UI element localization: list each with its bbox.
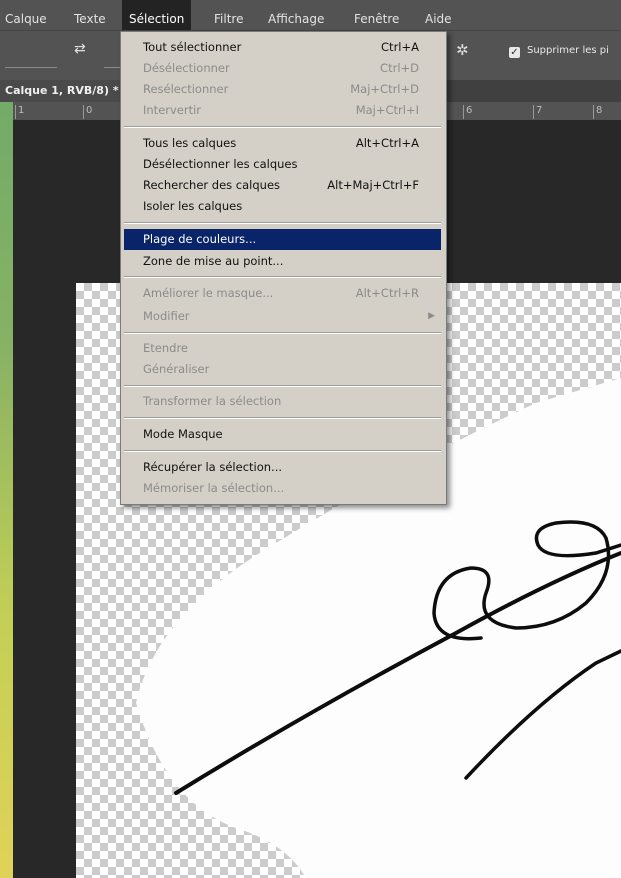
document-tab[interactable]: Calque 1, RVB/8) *: [0, 80, 125, 102]
gear-icon[interactable]: ✲: [456, 41, 469, 59]
swap-arrows-icon[interactable]: ⇄: [74, 41, 86, 57]
menu-calque[interactable]: Calque: [0, 0, 54, 30]
menu-item-generaliser[interactable]: Généraliser: [124, 359, 441, 380]
desktop-background-strip: [0, 0, 13, 878]
checkbox-checked-icon[interactable]: ✓: [509, 47, 520, 58]
menu-item-deselectionner-calques[interactable]: Désélectionner les calques: [124, 154, 441, 175]
menu-separator: [124, 385, 441, 387]
menu-item-rechercher-calques[interactable]: Rechercher des calques Alt+Maj+Ctrl+F: [124, 175, 441, 196]
menu-item-transformer-selection[interactable]: Transformer la sélection: [124, 391, 441, 412]
menu-item-plage-de-couleurs[interactable]: Plage de couleurs...: [124, 229, 441, 250]
menu-aide[interactable]: Aide: [418, 0, 459, 30]
option-field-2[interactable]: [104, 67, 120, 68]
ruler-tick-label: 7: [533, 105, 542, 119]
menu-separator: [124, 126, 441, 128]
menu-item-reselectionner[interactable]: Resélectionner Maj+Ctrl+D: [124, 79, 441, 100]
option-field[interactable]: [5, 67, 57, 68]
menu-item-modifier[interactable]: Modifier ▶: [124, 306, 441, 327]
menu-item-recuperer-selection[interactable]: Récupérer la sélection...: [124, 457, 441, 478]
ruler-tick-label: 0: [83, 105, 92, 119]
menu-item-ameliorer-masque[interactable]: Améliorer le masque... Alt+Ctrl+R: [124, 283, 441, 304]
ruler-tick-label: 6: [463, 105, 472, 119]
checkbox-label: Supprimer les pi: [527, 45, 609, 56]
menu-separator: [124, 276, 441, 278]
menu-item-zone-mise-au-point[interactable]: Zone de mise au point...: [124, 251, 441, 272]
menu-fenetre[interactable]: Fenêtre: [347, 0, 406, 30]
menu-item-etendre[interactable]: Etendre: [124, 338, 441, 359]
menu-item-deselectionner[interactable]: Désélectionner Ctrl+D: [124, 58, 441, 79]
menu-separator: [124, 332, 441, 334]
menu-item-isoler-calques[interactable]: Isoler les calques: [124, 196, 441, 217]
menu-item-tous-les-calques[interactable]: Tous les calques Alt+Ctrl+A: [124, 133, 441, 154]
menu-item-intervertir[interactable]: Intervertir Maj+Ctrl+I: [124, 100, 441, 121]
menu-item-tout-selectionner[interactable]: Tout sélectionner Ctrl+A: [124, 37, 441, 58]
ruler-tick-label: 1: [15, 105, 24, 119]
menu-affichage[interactable]: Affichage: [261, 0, 331, 30]
menu-separator: [124, 222, 441, 224]
menu-item-mode-masque[interactable]: Mode Masque: [124, 424, 441, 445]
menu-item-memoriser-selection[interactable]: Mémoriser la sélection...: [124, 478, 441, 499]
menu-separator: [124, 417, 441, 419]
ruler-tick-label: 8: [593, 105, 602, 119]
chevron-right-icon: ▶: [428, 311, 435, 321]
menu-bar: Calque Texte Sélection Filtre Affichage …: [0, 0, 621, 30]
menu-selection[interactable]: Sélection: [122, 0, 192, 30]
selection-dropdown-menu: Tout sélectionner Ctrl+A Désélectionner …: [120, 31, 447, 505]
menu-separator: [124, 450, 441, 452]
menu-filtre[interactable]: Filtre: [207, 0, 250, 30]
menu-texte[interactable]: Texte: [67, 0, 113, 30]
